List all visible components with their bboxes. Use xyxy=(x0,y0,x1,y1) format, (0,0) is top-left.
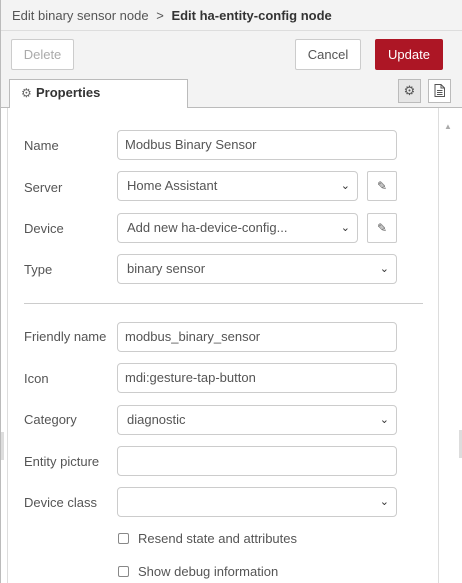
category-select-value: diagnostic xyxy=(127,412,186,427)
server-select-value: Home Assistant xyxy=(127,178,218,193)
tabs-bar: ⚙ Properties ⚙ xyxy=(1,77,462,109)
icon-input[interactable]: mdi:gesture-tap-button xyxy=(117,363,397,393)
tray-toolbar: Delete Cancel Update xyxy=(1,31,462,77)
breadcrumb-parent[interactable]: Edit binary sensor node xyxy=(12,8,149,23)
breadcrumb-current: Edit ha-entity-config node xyxy=(171,8,332,23)
breadcrumb-separator: > xyxy=(156,8,164,23)
tab-properties-label: Properties xyxy=(36,85,101,100)
debug-info-option[interactable]: Show debug information xyxy=(118,564,278,579)
device-label: Device xyxy=(24,221,64,236)
chevron-down-icon: ⌄ xyxy=(340,180,350,192)
server-select[interactable]: Home Assistant ⌄ xyxy=(117,171,358,201)
left-resize-handle[interactable] xyxy=(1,432,4,460)
name-label: Name xyxy=(24,138,59,153)
friendly-name-input[interactable]: modbus_binary_sensor xyxy=(117,322,397,352)
scroll-up-arrow-icon[interactable]: ▲ xyxy=(444,122,452,131)
tab-description[interactable] xyxy=(428,79,451,103)
pencil-icon: ✎ xyxy=(376,179,388,193)
server-label: Server xyxy=(24,180,63,195)
breadcrumb: Edit binary sensor node > Edit ha-entity… xyxy=(1,0,462,31)
cancel-button[interactable]: Cancel xyxy=(295,39,361,70)
update-button[interactable]: Update xyxy=(375,39,443,70)
category-select[interactable]: diagnostic ⌄ xyxy=(117,405,397,435)
device-class-select[interactable]: ⌄ xyxy=(117,487,397,517)
gear-icon: ⚙ xyxy=(21,86,32,100)
section-divider xyxy=(24,303,423,304)
edit-server-button[interactable]: ✎ xyxy=(367,171,397,201)
tab-settings[interactable]: ⚙ xyxy=(398,79,421,103)
chevron-down-icon: ⌄ xyxy=(379,414,389,426)
scrollbar[interactable]: ▲ xyxy=(441,120,455,583)
device-select[interactable]: Add new ha-device-config... ⌄ xyxy=(117,213,358,243)
resend-state-checkbox[interactable] xyxy=(118,533,129,544)
type-select[interactable]: binary sensor ⌄ xyxy=(117,254,397,284)
debug-info-label: Show debug information xyxy=(138,564,279,579)
category-label: Category xyxy=(24,412,77,427)
tab-properties[interactable]: ⚙ Properties xyxy=(9,79,188,109)
edit-device-button[interactable]: ✎ xyxy=(367,213,397,243)
gear-icon: ⚙ xyxy=(403,83,416,98)
resend-state-option[interactable]: Resend state and attributes xyxy=(118,531,297,546)
chevron-down-icon: ⌄ xyxy=(379,496,389,508)
resend-state-label: Resend state and attributes xyxy=(138,531,297,546)
type-label: Type xyxy=(24,262,53,277)
pencil-icon: ✎ xyxy=(376,221,388,235)
type-select-value: binary sensor xyxy=(127,261,206,276)
name-input[interactable]: Modbus Binary Sensor xyxy=(117,130,397,160)
delete-button[interactable]: Delete xyxy=(11,39,74,70)
entity-picture-label: Entity picture xyxy=(24,454,100,469)
chevron-down-icon: ⌄ xyxy=(379,263,389,275)
edit-tray: Edit binary sensor node > Edit ha-entity… xyxy=(0,0,462,583)
chevron-down-icon: ⌄ xyxy=(340,222,350,234)
icon-label: Icon xyxy=(24,371,49,386)
device-class-label: Device class xyxy=(24,495,97,510)
friendly-name-label: Friendly name xyxy=(24,329,107,344)
file-text-icon xyxy=(434,84,445,97)
debug-info-checkbox[interactable] xyxy=(118,566,129,577)
entity-picture-input[interactable] xyxy=(117,446,397,476)
device-select-value: Add new ha-device-config... xyxy=(127,220,288,235)
